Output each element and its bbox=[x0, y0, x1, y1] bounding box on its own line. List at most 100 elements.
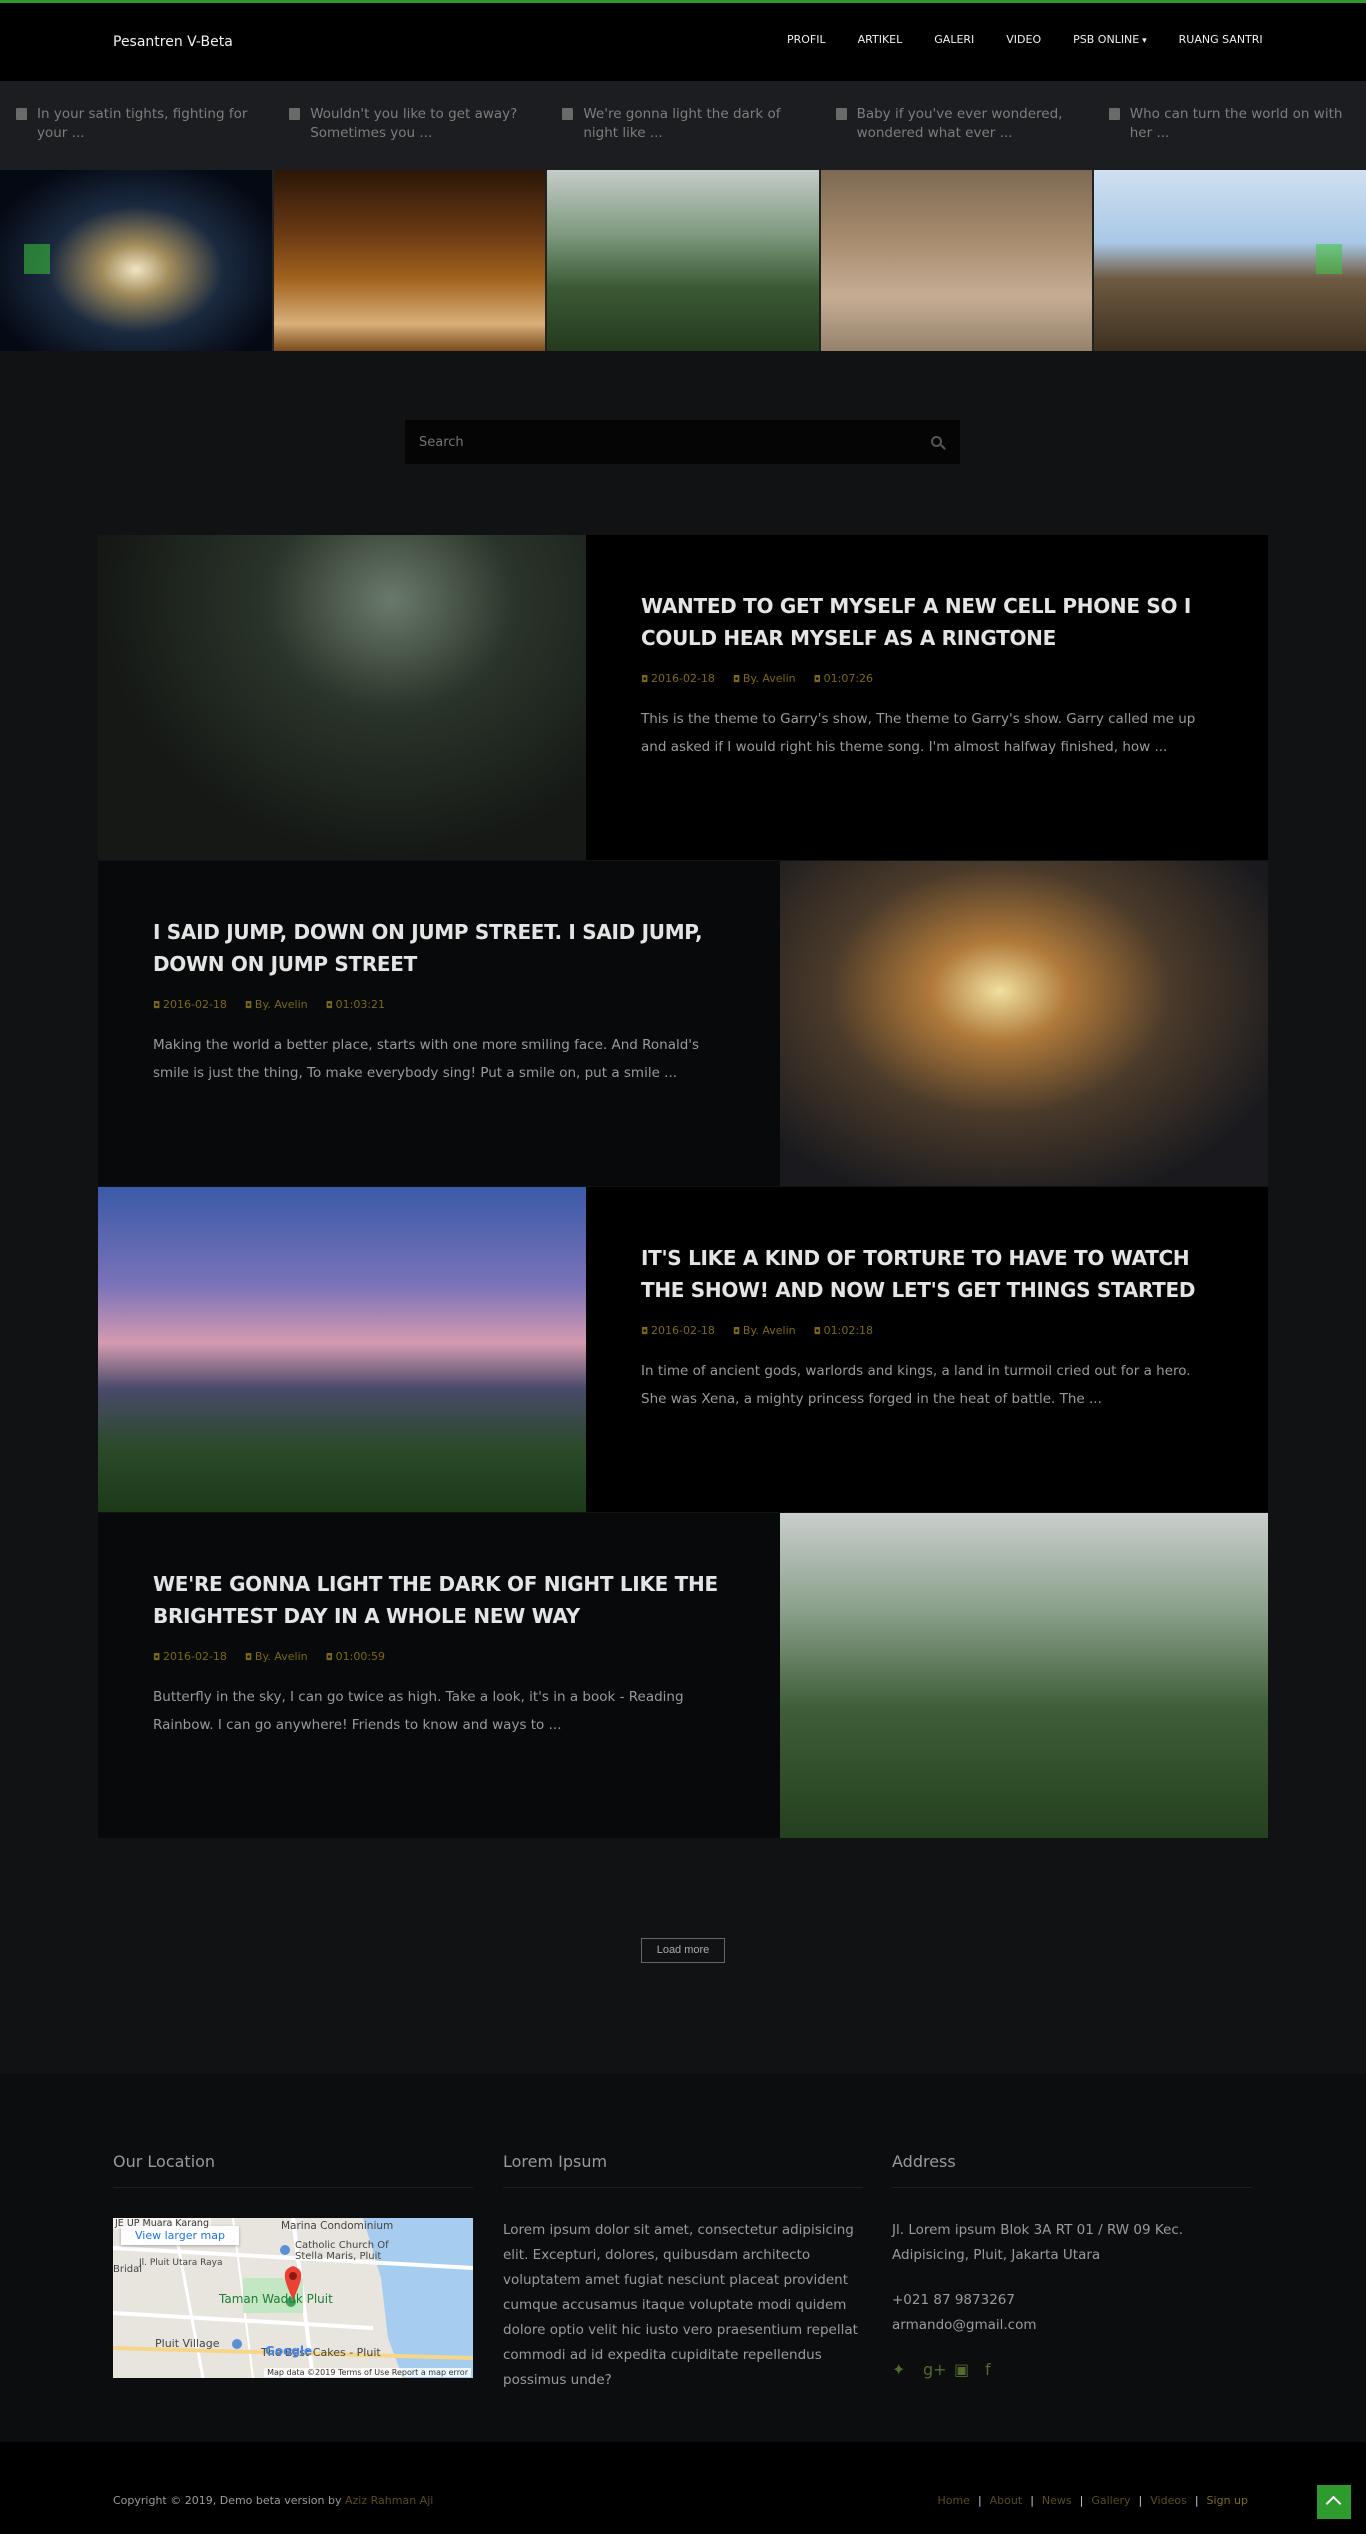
footer-link-signup[interactable]: Sign up bbox=[1207, 2494, 1248, 2507]
article-date: 2016-02-18 bbox=[641, 672, 715, 685]
book-icon bbox=[289, 108, 301, 120]
google-plus-icon[interactable]: g+ bbox=[923, 2360, 947, 2379]
article-list: WANTED TO GET MYSELF A NEW CELL PHONE SO… bbox=[98, 535, 1268, 1839]
footer-phone: +021 87 9873267 bbox=[892, 2292, 1015, 2308]
photo-gallery-strip bbox=[0, 170, 1366, 351]
nav-profil[interactable]: PROFIL bbox=[787, 33, 826, 46]
book-icon bbox=[562, 108, 574, 120]
copyright: Copyright © 2019, Demo beta version by A… bbox=[113, 2494, 433, 2507]
book-icon bbox=[16, 108, 27, 120]
map-label: Marina Condominium bbox=[281, 2220, 394, 2232]
book-icon bbox=[835, 108, 847, 120]
map-label: Pluit Village bbox=[155, 2337, 220, 2350]
ticker-item[interactable]: We're gonna light the dark of night like… bbox=[546, 81, 819, 170]
footer-lorem: Lorem Ipsum Lorem ipsum dolor sit amet, … bbox=[503, 2152, 863, 2393]
footer-address: Address Jl. Lorem ipsum Blok 3A RT 01 / … bbox=[892, 2152, 1252, 2379]
article-author: By. Avelin bbox=[245, 1650, 308, 1663]
article-excerpt: In time of ancient gods, warlords and ki… bbox=[641, 1363, 1191, 1407]
nav-psb-online[interactable]: PSB ONLINE bbox=[1073, 33, 1147, 46]
article-card: WE'RE GONNA LIGHT THE DARK OF NIGHT LIKE… bbox=[98, 1513, 1268, 1838]
search-input[interactable] bbox=[405, 420, 905, 464]
location-map[interactable]: View larger map JE UP Muara Karang Marin… bbox=[113, 2218, 473, 2378]
social-links: ✦ g+ ▣ f bbox=[892, 2360, 1252, 2379]
article-image-forest-path[interactable] bbox=[98, 535, 586, 860]
article-date: 2016-02-18 bbox=[153, 998, 227, 1011]
footer-address-text: Jl. Lorem ipsum Blok 3A RT 01 / RW 09 Ke… bbox=[892, 2222, 1184, 2263]
gallery-photo-old-mosque[interactable] bbox=[1094, 170, 1366, 351]
article-card: IT'S LIKE A KIND OF TORTURE TO HAVE TO W… bbox=[98, 1187, 1268, 1512]
article-image-cabin-dusk[interactable] bbox=[98, 1187, 586, 1512]
gallery-photo-mosque-night[interactable] bbox=[0, 170, 272, 351]
article-excerpt: Making the world a better place, starts … bbox=[153, 1037, 700, 1081]
footer-link-gallery[interactable]: Gallery bbox=[1091, 2494, 1130, 2507]
news-ticker: In your satin tights, fighting for your … bbox=[0, 81, 1366, 170]
footer: Our Location View larger map JE UP Muara… bbox=[0, 2074, 1366, 2442]
gallery-photo-children[interactable] bbox=[820, 170, 1093, 351]
footer-lorem-title: Lorem Ipsum bbox=[503, 2152, 863, 2188]
facebook-icon[interactable]: f bbox=[985, 2360, 1002, 2379]
nav-galeri[interactable]: GALERI bbox=[934, 33, 974, 46]
article-card: WANTED TO GET MYSELF A NEW CELL PHONE SO… bbox=[98, 535, 1268, 860]
nav-artikel[interactable]: ARTIKEL bbox=[858, 33, 903, 46]
footer-location-title: Our Location bbox=[113, 2152, 473, 2188]
ticker-item[interactable]: In your satin tights, fighting for your … bbox=[0, 81, 273, 170]
gallery-photo-library-book[interactable] bbox=[273, 170, 546, 351]
ticker-text: Wouldn't you like to get away? Sometimes… bbox=[310, 106, 518, 141]
gallery-next-arrow[interactable] bbox=[1315, 244, 1342, 274]
twitter-icon[interactable]: ✦ bbox=[892, 2360, 909, 2379]
google-logo: Google bbox=[265, 2344, 313, 2358]
map-label: JE UP Muara Karang bbox=[113, 2218, 211, 2229]
ticker-text: We're gonna light the dark of night like… bbox=[583, 106, 781, 141]
instagram-icon[interactable]: ▣ bbox=[954, 2360, 971, 2379]
footer-link-videos[interactable]: Videos bbox=[1150, 2494, 1187, 2507]
article-meta: 2016-02-18 By. Avelin 01:00:59 bbox=[153, 1650, 725, 1663]
back-to-top-button[interactable] bbox=[1317, 2485, 1351, 2519]
article-title[interactable]: WE'RE GONNA LIGHT THE DARK OF NIGHT LIKE… bbox=[153, 1568, 725, 1632]
article-date: 2016-02-18 bbox=[641, 1324, 715, 1337]
footer-email[interactable]: armando@gmail.com bbox=[892, 2313, 1252, 2338]
map-label: Jl. Pluit Utara Raya bbox=[139, 2258, 223, 2268]
article-author: By. Avelin bbox=[245, 998, 308, 1011]
navbar: Pesantren V-Beta PROFIL ARTIKEL GALERI V… bbox=[0, 3, 1366, 81]
article-time: 01:03:21 bbox=[326, 998, 385, 1011]
footer-address-title: Address bbox=[892, 2152, 1252, 2188]
article-author: By. Avelin bbox=[733, 1324, 796, 1337]
main-nav: PROFIL ARTIKEL GALERI VIDEO PSB ONLINE R… bbox=[787, 33, 1295, 46]
search-bar bbox=[405, 420, 960, 464]
nav-ruang-santri[interactable]: RUANG SANTRI bbox=[1179, 33, 1263, 46]
footer-links: Home | About | News | Gallery | Videos | Sign… bbox=[937, 2494, 1248, 2507]
article-title[interactable]: WANTED TO GET MYSELF A NEW CELL PHONE SO… bbox=[641, 590, 1213, 654]
map-label: Catholic Church Of Stella Maris, Pluit bbox=[295, 2240, 389, 2262]
search-icon[interactable] bbox=[931, 436, 942, 447]
ticker-item[interactable]: Baby if you've ever wondered, wondered w… bbox=[820, 81, 1093, 170]
ticker-item[interactable]: Who can turn the world on with her ... bbox=[1093, 81, 1366, 170]
book-icon bbox=[1108, 108, 1120, 120]
map-label: Bridal bbox=[113, 2264, 143, 2275]
map-attribution[interactable]: Map data ©2019 Terms of Use Report a map… bbox=[264, 2368, 471, 2377]
map-label: Taman Waduk Pluit bbox=[219, 2292, 333, 2306]
footer-link-home[interactable]: Home bbox=[937, 2494, 969, 2507]
footer-link-about[interactable]: About bbox=[990, 2494, 1023, 2507]
load-more-button[interactable]: Load more bbox=[641, 1938, 725, 1963]
copyright-author-link[interactable]: Aziz Rahman Aji bbox=[345, 2494, 433, 2507]
copyright-text: Copyright © 2019, Demo beta version by bbox=[113, 2494, 342, 2507]
article-image-forest-sunset[interactable] bbox=[780, 861, 1268, 1186]
gallery-photo-jungle-house[interactable] bbox=[547, 170, 819, 351]
article-time: 01:07:26 bbox=[814, 672, 873, 685]
ticker-text: In your satin tights, fighting for your … bbox=[37, 106, 248, 141]
article-time: 01:02:18 bbox=[814, 1324, 873, 1337]
article-title[interactable]: I SAID JUMP, DOWN ON JUMP STREET. I SAID… bbox=[153, 916, 725, 980]
article-meta: 2016-02-18 By. Avelin 01:02:18 bbox=[641, 1324, 1213, 1337]
article-excerpt: Butterfly in the sky, I can go twice as … bbox=[153, 1689, 684, 1733]
brand-logo[interactable]: Pesantren V-Beta bbox=[113, 34, 233, 50]
nav-video[interactable]: VIDEO bbox=[1006, 33, 1041, 46]
ticker-item[interactable]: Wouldn't you like to get away? Sometimes… bbox=[273, 81, 546, 170]
article-image-jungle-house[interactable] bbox=[780, 1513, 1268, 1838]
gallery-prev-arrow[interactable] bbox=[24, 244, 50, 274]
article-title[interactable]: IT'S LIKE A KIND OF TORTURE TO HAVE TO W… bbox=[641, 1242, 1213, 1306]
article-meta: 2016-02-18 By. Avelin 01:03:21 bbox=[153, 998, 725, 1011]
article-date: 2016-02-18 bbox=[153, 1650, 227, 1663]
article-author: By. Avelin bbox=[733, 672, 796, 685]
article-meta: 2016-02-18 By. Avelin 01:07:26 bbox=[641, 672, 1213, 685]
footer-link-news[interactable]: News bbox=[1042, 2494, 1072, 2507]
